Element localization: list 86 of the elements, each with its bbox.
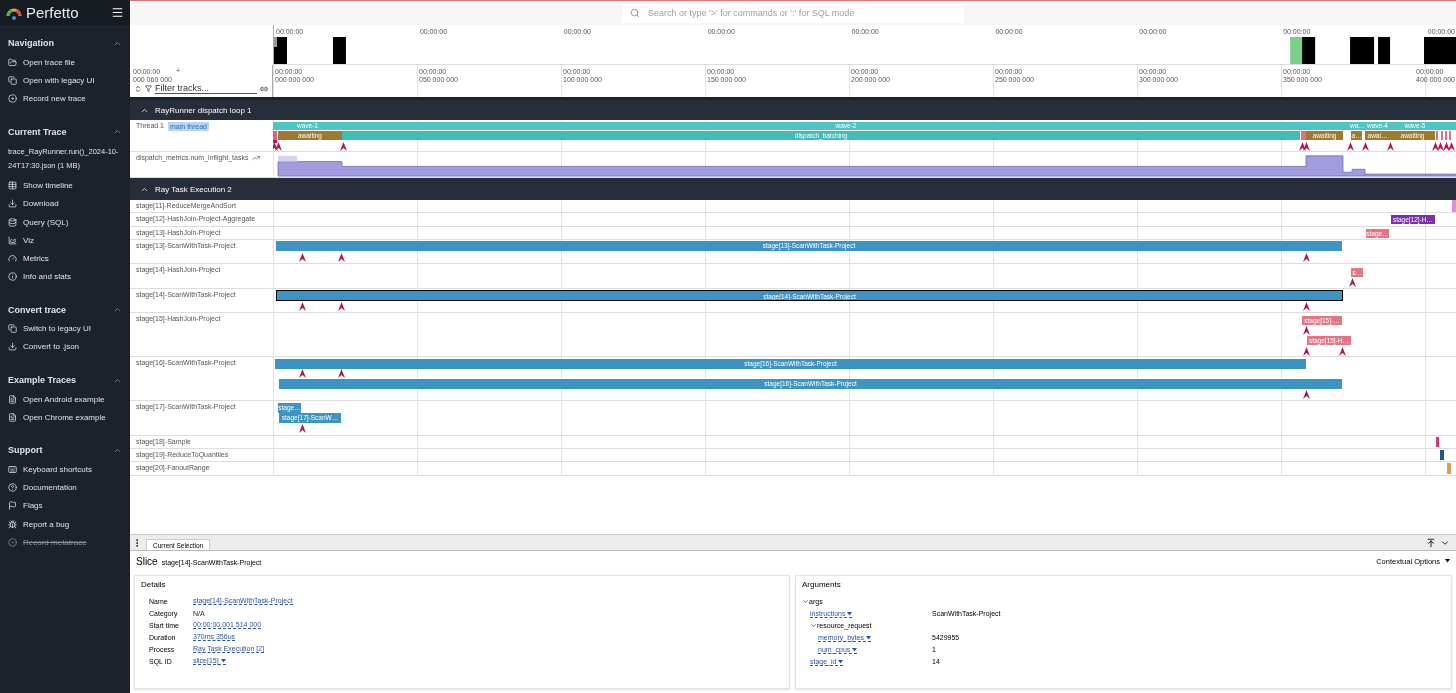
sidebar-item[interactable]: Open Android example [0,390,130,409]
sidebar-item[interactable]: Documentation [0,478,130,497]
track-group-header[interactable]: Ray Task Execution 2 [130,178,1456,200]
filter-icon [145,85,152,92]
search-placeholder: Search or type '>' for commands or ':' for SQL mode [648,8,855,18]
sidebar-item[interactable]: Report a bug [0,515,130,534]
flow-arrow-icon [337,302,345,311]
flow-arrow-icon [298,424,306,433]
flow-arrow-icon [298,369,306,378]
sidebar-item[interactable]: Viz [0,231,130,250]
section-title: Navigation [8,38,54,48]
download-icon [8,199,17,209]
keyboard-icon [8,465,17,475]
database-icon [8,217,17,227]
flow-arrow-icon [298,302,306,311]
card-title: Details [141,580,167,589]
track-group-header[interactable]: RayRunner dispatch loop 1 [130,100,1456,120]
flow-arrow-icon [337,253,345,262]
windows-icon [8,75,17,85]
sidebar-item[interactable]: Info and stats [0,267,130,286]
folder-icon [8,57,17,67]
sidebar-item[interactable]: Keyboard shortcuts [0,460,130,479]
selection-type: Slice [136,555,158,567]
sidebar-item[interactable]: Download [0,194,130,213]
chevron-down-icon[interactable] [802,597,809,605]
caret-down-icon [1445,559,1450,563]
flag-icon [8,501,17,511]
section-title: Current Trace [8,126,67,137]
caret-down-icon [847,611,853,616]
link-icon[interactable] [260,84,268,93]
flow-arrow-icon [1302,347,1310,356]
slice-bar [1452,200,1456,212]
pin-top-icon[interactable] [1426,537,1436,548]
caret-down-icon [852,647,858,652]
sidebar-item[interactable]: Flags [0,496,130,515]
flow-arrow-icon [1348,278,1356,287]
info-icon [8,272,17,282]
windows-icon [8,324,17,334]
section-title: Support [8,445,43,456]
document-icon [8,412,17,422]
line-chart-icon [252,154,261,162]
section-title: Convert trace [8,304,67,315]
group-title: Ray Task Execution 2 [155,184,232,194]
sidebar-item[interactable]: Query (SQL) [0,212,130,232]
card-title: Arguments [802,580,842,589]
caret-down-icon [865,635,871,640]
help-icon [8,483,17,493]
sidebar-item[interactable]: Open trace file [0,53,130,72]
section-title: Example Traces [8,375,77,386]
sidebar-item[interactable]: Open with legacy UI [0,71,130,90]
sidebar-item[interactable]: Open Chrome example [0,408,130,427]
slice-bar [1301,131,1306,140]
flow-arrow-icon [1386,142,1394,151]
bug-icon [8,519,17,529]
record-icon [8,93,17,103]
caret-down-icon [220,659,226,664]
document-icon [8,394,17,404]
gauge-icon [8,253,17,263]
sidebar-item[interactable]: Show timeline [0,176,130,195]
flow-arrow-icon [298,253,306,262]
search-icon [630,8,640,18]
slice-bar [1447,463,1451,474]
record-icon [8,537,17,547]
area-chart-icon [8,235,17,245]
sidebar-item[interactable]: Record new trace [0,89,130,108]
chevron-down-icon[interactable] [810,621,817,629]
slice-bar [1436,437,1439,447]
filter-tracks-field[interactable]: Filter tracks... [155,83,257,94]
table-icon [8,181,17,191]
flow-arrow-icon [337,369,345,378]
flow-arrow-icon [339,142,347,151]
menu-icon[interactable] [111,6,124,19]
sidebar-item[interactable]: Convert to .json [0,337,130,357]
flow-arrow-icon [1302,302,1310,311]
app-title: Perfetto [26,4,80,21]
flow-arrow-icon [1302,326,1310,335]
group-title: RayRunner dispatch loop 1 [155,105,252,115]
expand-collapse-icon[interactable] [134,84,142,93]
sidebar-item[interactable]: Metrics [0,249,130,268]
flow-arrow-icon [1302,253,1310,262]
flow-arrow-icon [1338,347,1346,356]
sidebar-item[interactable]: Switch to legacy UI [0,319,130,338]
flow-arrow-icon [1302,390,1310,399]
caret-down-icon [838,659,844,664]
download-icon [8,342,17,352]
slice-bar [1440,450,1444,460]
